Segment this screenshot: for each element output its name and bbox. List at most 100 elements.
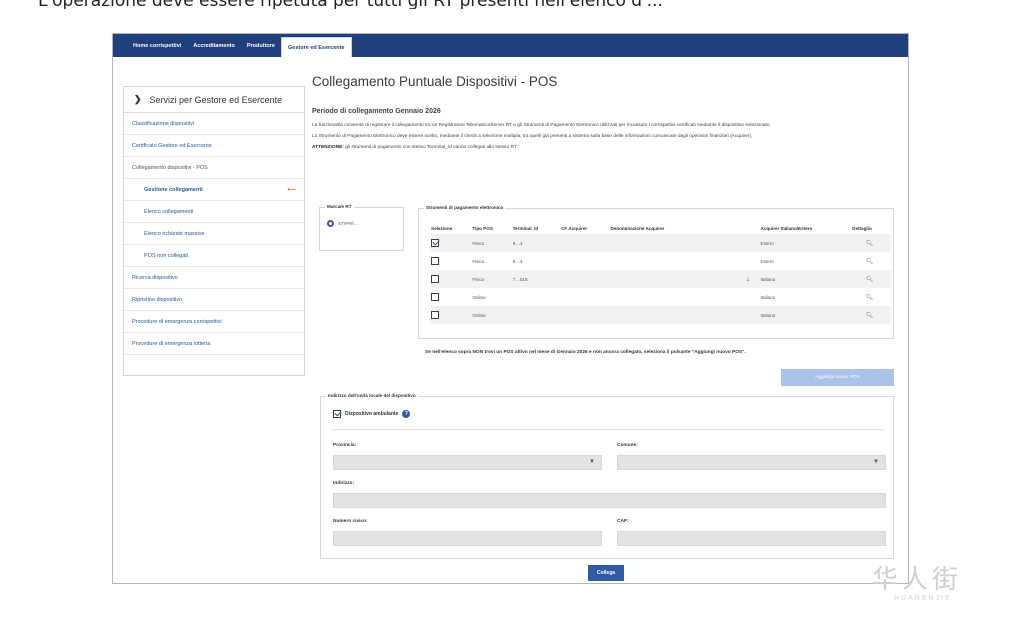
marca-rt-value: ST/###/...: [338, 221, 358, 226]
nav-home-corrispettivi[interactable]: Home corrispettivi: [127, 34, 187, 57]
denominazione-cell: [611, 252, 761, 270]
tipo-pos-cell: Fisico: [472, 258, 485, 264]
radio-selected-icon[interactable]: [327, 220, 334, 227]
dettaglio-cell: 🔍︎: [852, 270, 891, 288]
denominazione-cell: [611, 288, 761, 306]
collega-button[interactable]: Collega: [588, 565, 624, 581]
sidebar-item-classificazione[interactable]: Classificazione dispositivi: [124, 113, 304, 135]
col-terminal-id: Terminal_Id: [512, 226, 539, 231]
search-icon[interactable]: 🔍︎: [866, 259, 874, 265]
search-icon[interactable]: 🔍︎: [866, 295, 874, 301]
page-title: Collegamento Puntuale Dispositivi - POS: [312, 74, 558, 89]
sidebar-item-collegamento[interactable]: Collegamento dispositivi - POS: [124, 157, 304, 179]
terminal-id-cell: 9…1: [512, 234, 562, 252]
tipo-pos-cell: Fisico: [472, 270, 513, 288]
denominazione-cell: 1.: [610, 270, 761, 288]
acquirer-cell: Italiano: [760, 270, 853, 288]
provincia-label: Provincia:: [333, 443, 357, 448]
dettaglio-cell: 🔍︎: [852, 234, 891, 252]
terminal-id-cell: 9…3: [512, 258, 523, 264]
watermark-logo: 华人街 HUARENJIE: [872, 565, 1012, 617]
numero-civico-input[interactable]: [333, 531, 602, 546]
info-icon[interactable]: ?: [402, 410, 411, 418]
table-row[interactable]: Fisico 7…018 1. Italiano 🔍︎: [431, 270, 891, 288]
row-select-checkbox[interactable]: [431, 274, 439, 283]
indirizzo-input[interactable]: [333, 493, 886, 508]
dettaglio-cell: 🔍︎: [852, 252, 891, 270]
divider: [333, 429, 883, 430]
selezione-cell: [431, 306, 473, 324]
chevron-down-icon: ▼: [873, 459, 879, 465]
cf-acquirer-cell: [561, 234, 611, 252]
search-icon[interactable]: 🔍︎: [866, 313, 874, 319]
strumenti-legend: Strumenti di pagamento elettronico: [424, 205, 506, 210]
cf-acquirer-cell: [561, 252, 610, 270]
dispositivo-ambulante-checkbox[interactable]: [333, 410, 341, 418]
sidebar-item-emergenza-corrispettivi[interactable]: Procedure di emergenza corrispettivi: [124, 311, 304, 333]
aggiungi-note: Se nell'elenco sopra NON trovi un POS at…: [425, 350, 746, 355]
indirizzo-legend: Indirizzo dell'unità locale del disposit…: [326, 393, 418, 398]
warning-paragraph: ATTENZIONE: gli strumenti di pagamento c…: [312, 144, 897, 151]
cf-acquirer-cell: [561, 270, 611, 288]
search-icon[interactable]: 🔍︎: [866, 277, 874, 283]
add-pos-button[interactable]: Aggiungi nuovo POS: [781, 369, 894, 386]
strumenti-table: Selezione Tipo POS Terminal_Id CF Acquir…: [431, 223, 891, 324]
sidebar-item-emergenza-lotteria[interactable]: Procedure di emergenza lotteria: [124, 333, 304, 355]
search-icon[interactable]: 🔍︎: [866, 241, 874, 247]
sidebar-title[interactable]: ❯ Servizi per Gestore ed Esercente: [124, 87, 304, 113]
col-denominazione: Denominazione Acquirer: [610, 226, 665, 231]
row-select-checkbox[interactable]: [431, 310, 439, 319]
col-cf-acquirer: CF Acquirer: [561, 226, 588, 231]
top-navbar: Home corrispettivi Accreditamento Produt…: [113, 34, 908, 57]
acquirer-cell: Estero: [760, 258, 774, 264]
numero-civico-label: Numero civico:: [333, 519, 368, 524]
row-select-checkbox[interactable]: [431, 238, 439, 247]
selezione-cell: [431, 288, 472, 306]
sidebar-item-ricerca[interactable]: Ricerca dispositivo: [124, 267, 304, 289]
sidebar-item-certificato[interactable]: Certificato Gestore ed Esercente: [124, 135, 304, 157]
comune-select[interactable]: ▼: [617, 455, 886, 470]
sidebar-item-gestione-collegamenti[interactable]: Gestione collegamenti ⟵: [124, 179, 304, 201]
dispositivo-ambulante-row[interactable]: Dispositivo ambulante ?: [333, 410, 411, 418]
terminal-id-cell: [513, 288, 561, 306]
marca-rt-box: Marca/e RT ST/###/...: [319, 204, 404, 251]
document-caption: L'operazione deve essere ripetuta per tu…: [0, 0, 1023, 9]
nav-gestore-esercente[interactable]: Gestore ed Esercente: [281, 37, 352, 57]
tipo-pos-cell: Online: [472, 306, 513, 324]
table-row[interactable]: Fisico 9…3 Estero 🔍︎: [431, 252, 891, 270]
warning-label: ATTENZIONE:: [312, 145, 344, 150]
denominazione-cell: [610, 234, 761, 252]
browser-frame: Home corrispettivi Accreditamento Produt…: [112, 33, 909, 584]
selezione-cell: [431, 234, 473, 252]
denominazione-cell: [610, 306, 761, 324]
tipo-pos-cell: Online: [472, 294, 486, 300]
period-title: Periodo di collegamento Gennaio 2026: [312, 108, 441, 115]
marca-rt-option[interactable]: ST/###/...: [327, 220, 358, 227]
col-dettaglio: Dettaglio: [852, 226, 872, 231]
indirizzo-box: Indirizzo dell'unità locale del disposit…: [320, 393, 894, 559]
terminal-id-cell: [512, 306, 562, 324]
arrow-left-icon: ⟵: [287, 187, 296, 193]
table-row[interactable]: Fisico 9…1 Estero 🔍︎: [431, 234, 891, 252]
cap-input[interactable]: [617, 531, 886, 546]
row-select-checkbox[interactable]: [431, 256, 439, 265]
nav-accreditamento[interactable]: Accreditamento: [187, 34, 241, 57]
row-select-checkbox[interactable]: [431, 292, 439, 301]
dispositivo-ambulante-label: Dispositivo ambulante: [345, 411, 399, 417]
selezione-cell: [431, 252, 472, 270]
sidebar-item-ripristino[interactable]: Ripristino dispositivo: [124, 289, 304, 311]
strumenti-tbody: Fisico 9…1 Estero 🔍︎ Fisico 9…3 Estero 🔍︎ Fisico…: [431, 234, 891, 324]
acquirer-cell: Italiano: [760, 306, 853, 324]
sidebar-item-pos-non-collegati[interactable]: POS non collegati: [124, 245, 304, 267]
chevron-right-icon: ❯: [134, 94, 142, 104]
provincia-select[interactable]: ▼: [333, 455, 602, 470]
table-row[interactable]: Online Italiano 🔍︎: [431, 306, 891, 324]
table-row[interactable]: Online Italiano 🔍︎: [431, 288, 891, 306]
sidebar-title-label: Servizi per Gestore ed Esercente: [149, 94, 283, 105]
sidebar-item-elenco-collegamenti[interactable]: Elenco collegamenti: [124, 201, 304, 223]
sidebar: ❯ Servizi per Gestore ed Esercente Class…: [123, 86, 305, 376]
nav-produttore[interactable]: Produttore: [241, 34, 281, 57]
sidebar-item-elenco-richieste[interactable]: Elenco richieste massive: [124, 223, 304, 245]
chevron-down-icon: ▼: [589, 459, 595, 465]
strumenti-pagamento-box: Strumenti di pagamento elettronico Selez…: [418, 205, 894, 339]
